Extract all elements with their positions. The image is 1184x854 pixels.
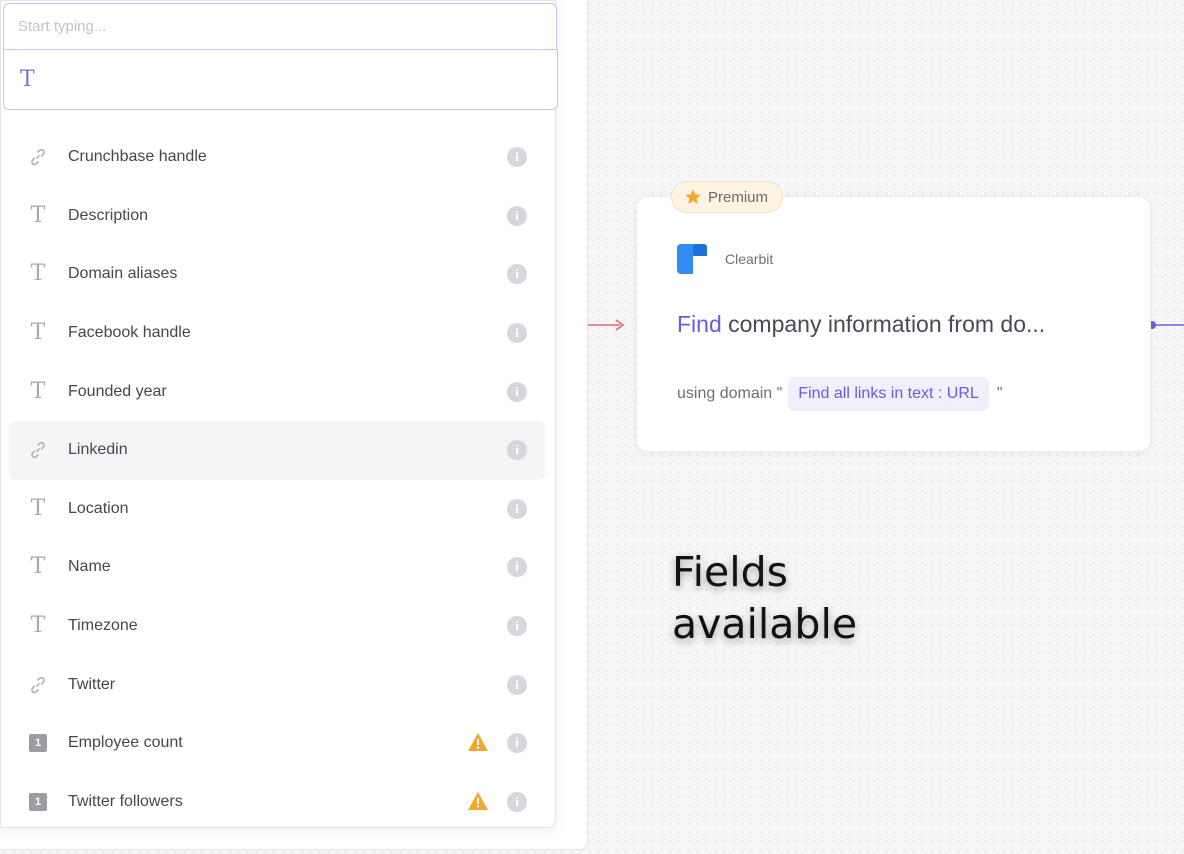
text-icon: T — [30, 261, 46, 287]
input-prefix: using domain " — [677, 385, 783, 402]
premium-badge: Premium — [671, 181, 784, 213]
field-list-item[interactable]: 1 Employee count i — [9, 714, 545, 773]
annotation-text: Fields available — [672, 546, 857, 650]
field-list-item[interactable]: T Facebook handle i — [9, 304, 545, 363]
field-list-item[interactable]: T Founded year i — [9, 362, 545, 421]
info-icon[interactable]: i — [507, 616, 527, 637]
text-icon: T — [30, 320, 46, 346]
field-list-item[interactable]: Twitter i — [9, 655, 545, 714]
field-list-item-label: Employee count — [68, 734, 183, 752]
field-list-item[interactable]: Linkedin i — [9, 420, 545, 480]
info-icon[interactable]: i — [507, 674, 527, 695]
field-list-item-label: Timezone — [68, 617, 138, 635]
field-list-item-label: Twitter — [68, 675, 116, 693]
field-picker-dropdown: T Crunchbase handle i T Description i T Domain… — [0, 0, 558, 831]
incoming-connector-arrow — [588, 319, 625, 331]
field-list-item[interactable]: T Timezone i — [9, 597, 545, 656]
text-icon: T — [30, 495, 46, 521]
field-list-item-label: Domain aliases — [68, 265, 178, 283]
field-list-item-label: Name — [68, 558, 111, 576]
info-icon[interactable]: i — [507, 205, 527, 226]
warning-icon[interactable] — [467, 732, 489, 752]
warning-icon[interactable] — [467, 791, 489, 811]
number-icon: 1 — [27, 732, 49, 754]
field-list-item[interactable]: 1 Twitter followers i — [9, 773, 545, 832]
annotation-line-1: Fields — [672, 548, 788, 596]
search-box — [3, 3, 557, 51]
info-icon[interactable]: i — [507, 147, 527, 168]
search-input[interactable] — [4, 4, 556, 48]
clearbit-logo-icon — [677, 244, 707, 274]
info-icon[interactable]: i — [507, 557, 527, 578]
integration-brand: Clearbit — [677, 244, 773, 274]
field-list-item[interactable]: T Name i — [9, 538, 545, 597]
input-variable-chip[interactable]: Find all links in text : URL — [788, 377, 989, 411]
annotation-line-2: available — [672, 600, 858, 648]
text-icon: T — [30, 378, 46, 404]
field-list-item[interactable]: T Location i — [9, 480, 545, 539]
field-list-item-label: Description — [68, 206, 149, 224]
link-icon — [27, 439, 49, 461]
action-node-card[interactable]: Clearbit Find company information from d… — [636, 196, 1151, 452]
input-suffix: " — [996, 385, 1003, 402]
text-icon: T — [30, 613, 46, 639]
node-title: Find company information from do... — [677, 311, 1045, 338]
star-icon — [685, 189, 701, 204]
field-list: Crunchbase handle i T Description i T Domain a… — [9, 128, 545, 831]
field-list-item-label: Location — [68, 499, 129, 517]
node-input-row: using domain " Find all links in text : … — [677, 377, 1003, 411]
field-list-item-label: Founded year — [68, 382, 167, 400]
info-icon[interactable]: i — [507, 733, 527, 754]
premium-label: Premium — [708, 188, 769, 206]
field-list-item[interactable]: T Domain aliases i — [9, 245, 545, 304]
field-list-item-label: Crunchbase handle — [68, 148, 207, 166]
field-list-item[interactable]: T Description i — [9, 187, 545, 246]
link-icon — [27, 146, 49, 168]
text-icon: T — [30, 202, 46, 228]
field-list-item-label: Facebook handle — [68, 324, 191, 342]
field-list-item-label: Twitter followers — [68, 792, 183, 810]
info-icon[interactable]: i — [507, 264, 527, 285]
field-list-item[interactable]: Crunchbase handle i — [9, 128, 545, 187]
link-icon — [27, 674, 49, 696]
text-type-icon: T — [20, 67, 35, 92]
number-icon: 1 — [27, 791, 49, 813]
text-icon: T — [30, 554, 46, 580]
node-title-verb: Find — [677, 311, 722, 337]
info-icon[interactable]: i — [507, 381, 527, 402]
integration-name: Clearbit — [725, 251, 774, 267]
info-icon[interactable]: i — [507, 440, 527, 461]
selected-field-input[interactable]: T — [3, 49, 558, 110]
info-icon[interactable]: i — [507, 791, 527, 812]
info-icon[interactable]: i — [507, 323, 527, 344]
info-icon[interactable]: i — [507, 498, 527, 519]
field-list-item-label: Linkedin — [68, 441, 128, 459]
node-title-rest: company information from do... — [721, 311, 1046, 337]
